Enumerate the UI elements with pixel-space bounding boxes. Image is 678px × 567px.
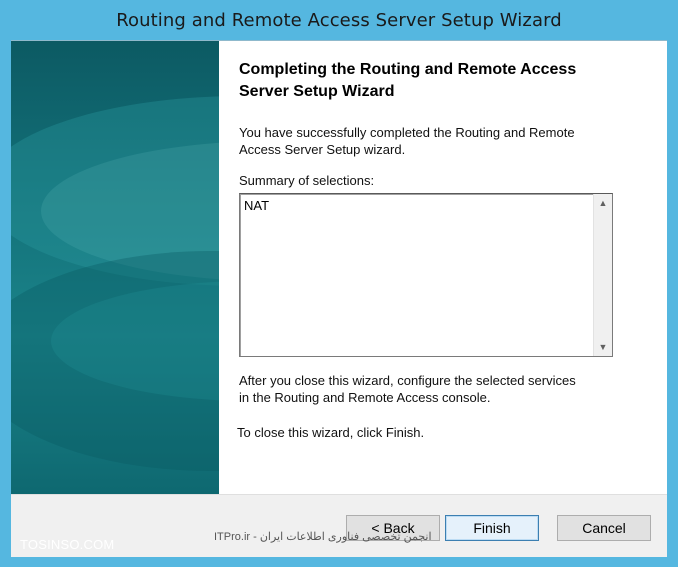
summary-label: Summary of selections: (239, 173, 375, 188)
summary-textbox[interactable]: NAT ▲ ▼ (239, 193, 613, 357)
cancel-button[interactable]: Cancel (557, 515, 651, 541)
wizard-banner-image (11, 41, 219, 495)
after-line-1: After you close this wizard, configure t… (239, 373, 576, 388)
success-line-1: You have successfully completed the Rout… (239, 125, 575, 140)
close-instructions: To close this wizard, click Finish. (237, 425, 425, 440)
finish-button[interactable]: Finish (445, 515, 539, 541)
heading-line-1: Completing the Routing and Remote Access (239, 61, 577, 78)
banner-swirl-graphic (11, 96, 219, 471)
scroll-down-arrow-icon[interactable]: ▼ (594, 338, 612, 356)
window-title: Routing and Remote Access Server Setup W… (116, 9, 562, 31)
success-message: You have successfully completed the Rout… (239, 124, 575, 158)
heading-line-2: Server Setup Wizard (239, 83, 395, 100)
after-close-instructions: After you close this wizard, configure t… (239, 372, 576, 406)
after-line-2: in the Routing and Remote Access console… (239, 390, 491, 405)
wizard-window: Routing and Remote Access Server Setup W… (0, 0, 678, 567)
success-line-2: Access Server Setup wizard. (239, 142, 406, 157)
title-bar[interactable]: Routing and Remote Access Server Setup W… (0, 0, 678, 40)
wizard-heading: Completing the Routing and Remote Access… (239, 59, 639, 103)
wizard-client-area: Completing the Routing and Remote Access… (11, 40, 667, 495)
summary-scrollbar[interactable]: ▲ ▼ (593, 194, 612, 356)
watermark-overlay: انجمن تخصصی فناوری اطلاعات ایران - ITPro… (214, 531, 432, 543)
scroll-up-arrow-icon[interactable]: ▲ (594, 194, 612, 212)
summary-value: NAT (244, 198, 270, 213)
watermark-site: TOSINSO.COM (20, 537, 115, 552)
